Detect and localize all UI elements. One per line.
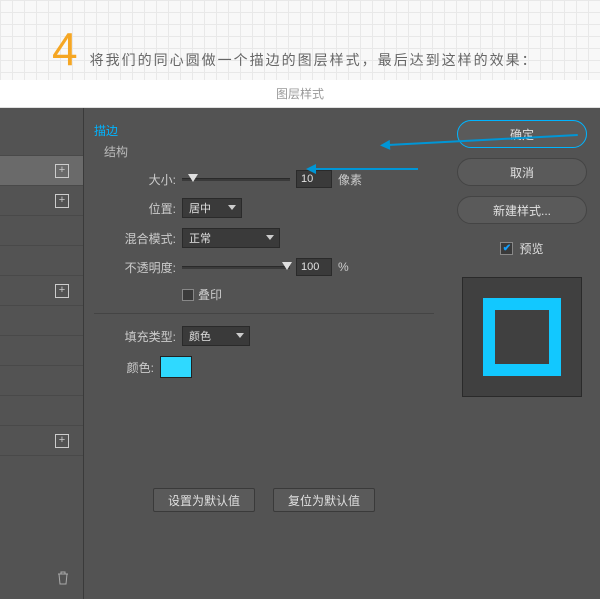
make-default-button[interactable]: 设置为默认值 bbox=[153, 488, 255, 512]
step-number: 4 bbox=[52, 26, 78, 72]
chevron-down-icon bbox=[236, 333, 244, 338]
new-style-button[interactable]: 新建样式... bbox=[457, 196, 587, 224]
add-icon[interactable]: + bbox=[55, 284, 69, 298]
color-swatch[interactable] bbox=[160, 356, 192, 378]
trash-icon[interactable] bbox=[57, 571, 69, 585]
preview-toggle[interactable]: ✔ 预览 bbox=[500, 240, 543, 257]
slider-handle-icon[interactable] bbox=[188, 174, 198, 182]
style-row[interactable] bbox=[0, 366, 83, 396]
section-title-stroke: 描边 bbox=[94, 122, 434, 139]
style-row[interactable] bbox=[0, 396, 83, 426]
size-unit: 像素 bbox=[338, 171, 362, 188]
layer-style-dialog: 图层样式 + + + + bbox=[0, 80, 600, 599]
chevron-down-icon bbox=[266, 235, 274, 240]
step-instruction: 将我们的同心圆做一个描边的图层样式，最后达到这样的效果： bbox=[90, 50, 538, 70]
size-label: 大小: bbox=[122, 171, 176, 188]
size-row: 大小: 像素 bbox=[94, 170, 434, 188]
filltype-row: 填充类型: 颜色 bbox=[94, 326, 434, 346]
filltype-label: 填充类型: bbox=[110, 328, 176, 345]
size-slider[interactable] bbox=[182, 178, 290, 181]
overprint-row: 叠印 bbox=[94, 286, 434, 303]
add-icon[interactable]: + bbox=[55, 194, 69, 208]
style-row[interactable] bbox=[0, 336, 83, 366]
reset-default-button[interactable]: 复位为默认值 bbox=[273, 488, 375, 512]
dialog-actions: 确定 取消 新建样式... ✔ 预览 bbox=[444, 108, 600, 599]
opacity-unit: % bbox=[338, 260, 349, 274]
chevron-down-icon bbox=[228, 205, 236, 210]
opacity-slider[interactable] bbox=[182, 266, 290, 269]
opacity-input[interactable] bbox=[296, 258, 332, 276]
dialog-title: 图层样式 bbox=[0, 80, 600, 108]
styles-list: + + + + bbox=[0, 108, 84, 599]
position-value: 居中 bbox=[189, 200, 211, 216]
preview-label: 预览 bbox=[519, 240, 543, 257]
opacity-row: 不透明度: % bbox=[94, 258, 434, 276]
style-row[interactable]: + bbox=[0, 186, 83, 216]
style-row[interactable]: + bbox=[0, 426, 83, 456]
opacity-label: 不透明度: bbox=[110, 259, 176, 276]
stroke-settings-panel: 描边 结构 大小: 像素 位置: 居中 混合模式: 正常 bbox=[84, 108, 444, 599]
overprint-label: 叠印 bbox=[198, 286, 222, 303]
filltype-select[interactable]: 颜色 bbox=[182, 326, 250, 346]
color-label: 颜色: bbox=[122, 359, 154, 376]
position-select[interactable]: 居中 bbox=[182, 198, 242, 218]
style-row[interactable] bbox=[0, 216, 83, 246]
position-row: 位置: 居中 bbox=[94, 198, 434, 218]
position-label: 位置: bbox=[122, 200, 176, 217]
divider bbox=[94, 313, 434, 314]
blend-label: 混合模式: bbox=[110, 230, 176, 247]
slider-handle-icon[interactable] bbox=[282, 262, 292, 270]
checkmark-icon: ✔ bbox=[500, 242, 513, 255]
style-row[interactable] bbox=[0, 306, 83, 336]
preview-swatch bbox=[483, 298, 561, 376]
style-row[interactable]: + bbox=[0, 276, 83, 306]
style-row[interactable]: + bbox=[0, 156, 83, 186]
blend-value: 正常 bbox=[189, 230, 211, 246]
blend-select[interactable]: 正常 bbox=[182, 228, 280, 248]
color-row: 颜色: bbox=[94, 356, 434, 378]
style-row[interactable] bbox=[0, 246, 83, 276]
preview-box bbox=[462, 277, 582, 397]
overprint-checkbox[interactable] bbox=[182, 289, 194, 301]
cancel-button[interactable]: 取消 bbox=[457, 158, 587, 186]
annotation-arrow bbox=[314, 168, 418, 170]
blend-row: 混合模式: 正常 bbox=[94, 228, 434, 248]
add-icon[interactable]: + bbox=[55, 164, 69, 178]
filltype-value: 颜色 bbox=[189, 328, 211, 344]
add-icon[interactable]: + bbox=[55, 434, 69, 448]
style-row[interactable] bbox=[0, 126, 83, 156]
